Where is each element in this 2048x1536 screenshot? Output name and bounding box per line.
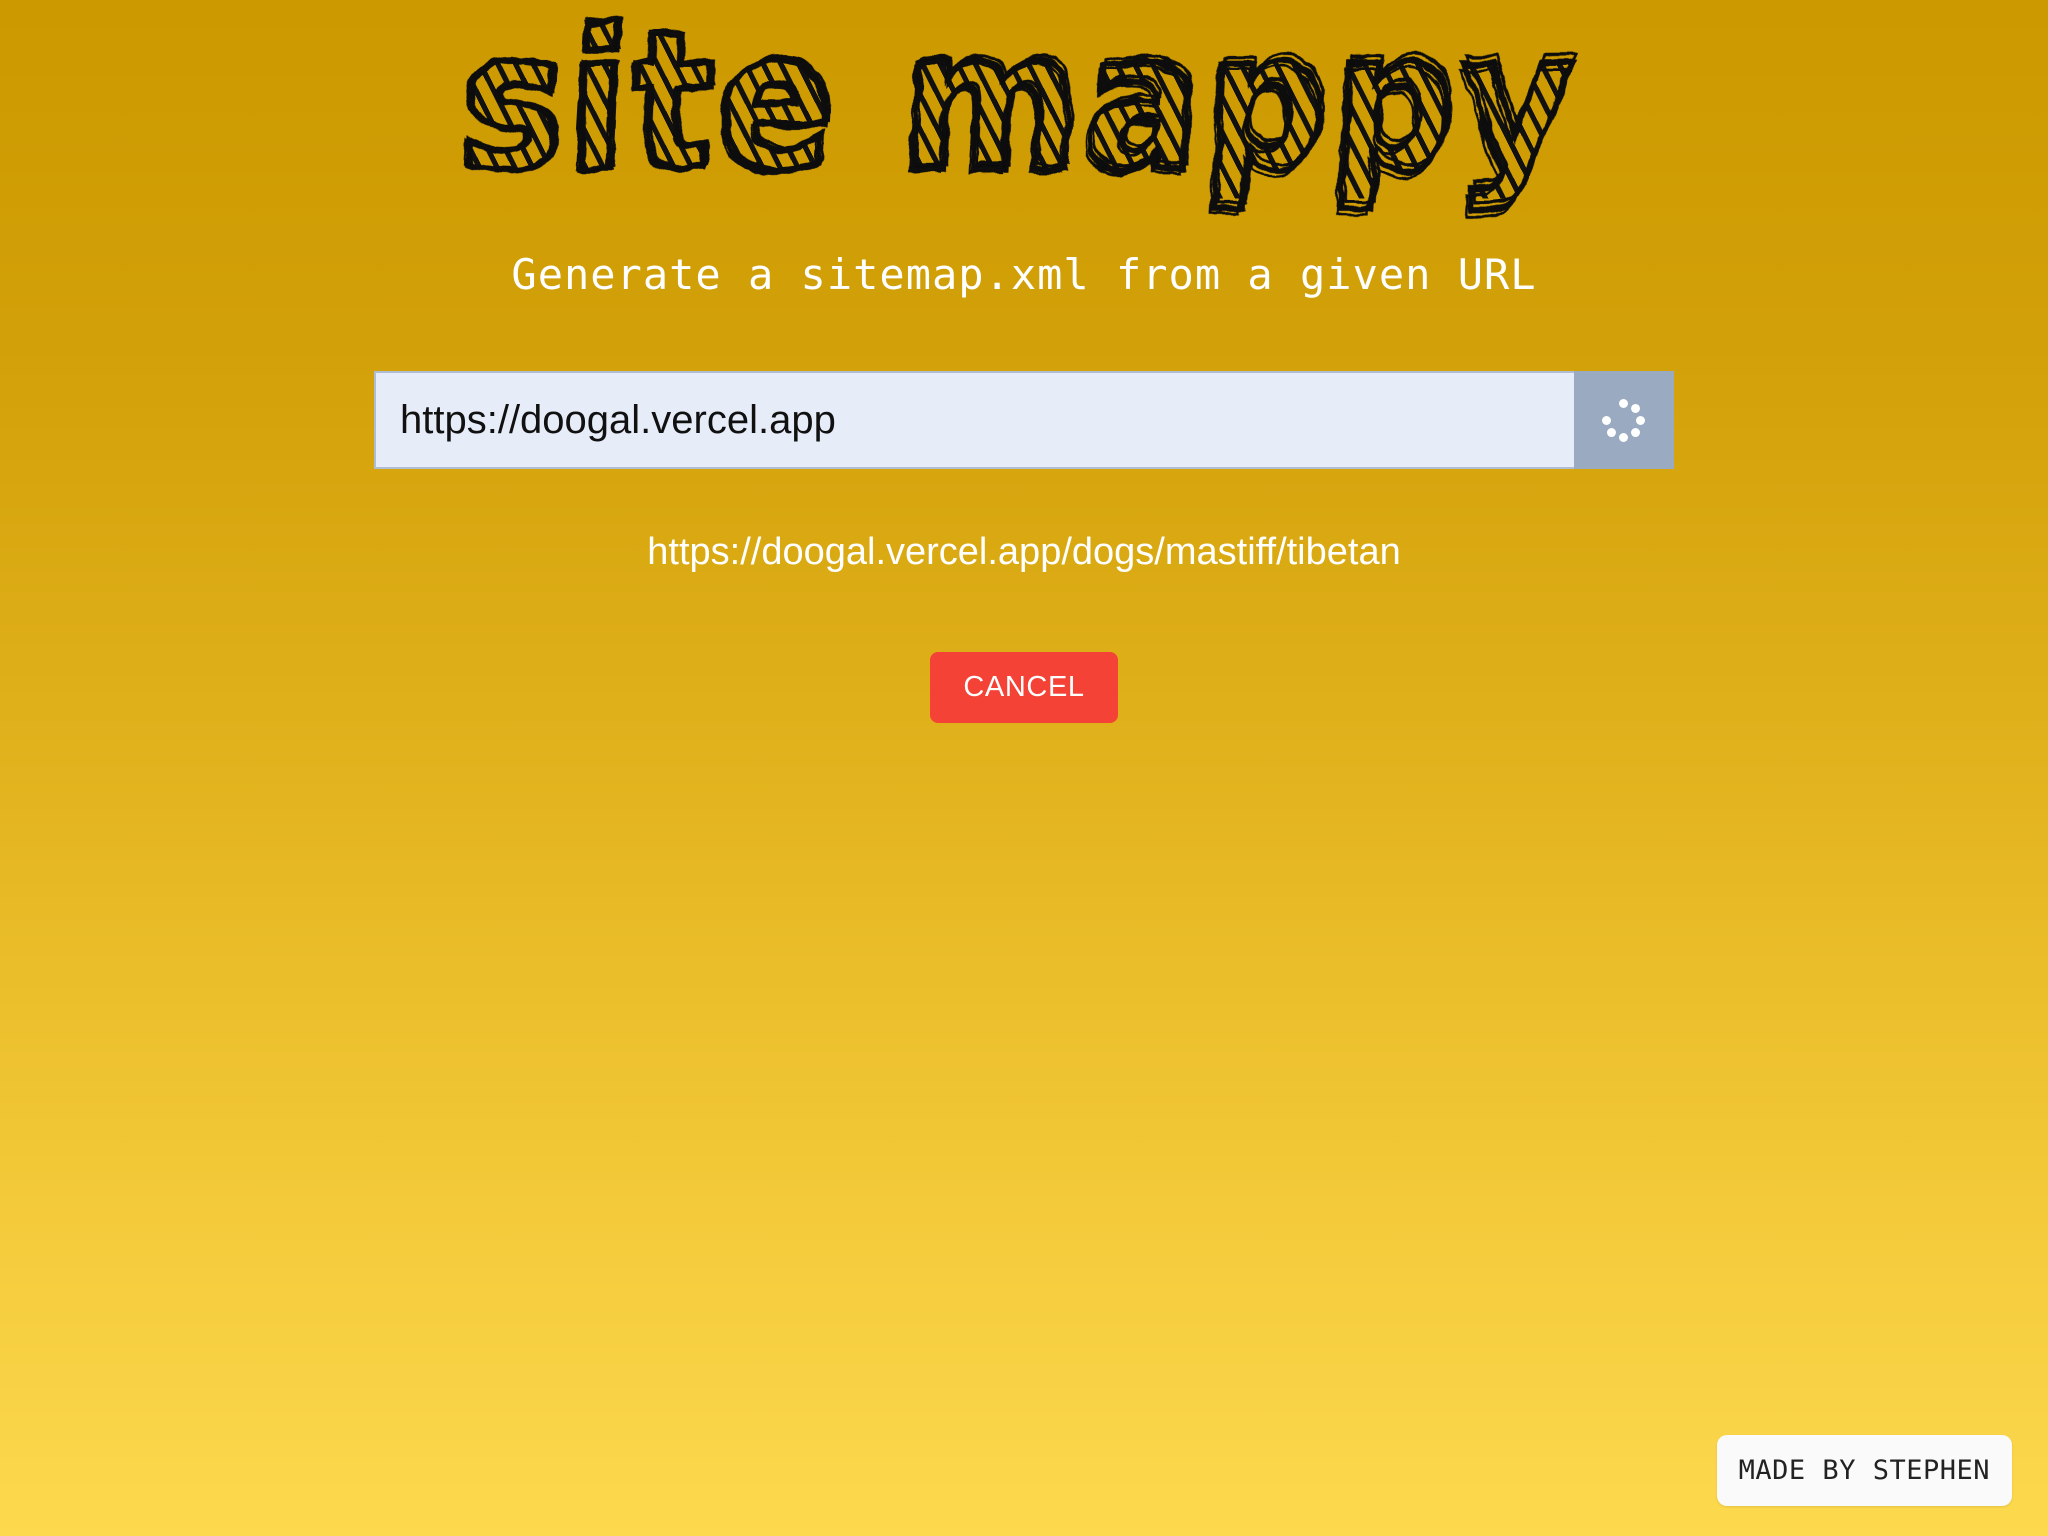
made-by-badge: MADE BY STEPHEN [1716, 1435, 2012, 1506]
url-input[interactable] [374, 371, 1574, 469]
app-root: site mappy site mappy site mappy site ma… [0, 0, 2048, 1536]
app-title: site mappy site mappy site mappy site ma… [451, 0, 1586, 223]
app-subtitle: Generate a sitemap.xml from a given URL [511, 250, 1537, 299]
app-title-outline-3: site mappy [451, 0, 1580, 223]
loading-spinner-icon [1600, 397, 1646, 443]
cancel-button[interactable]: Cancel [930, 652, 1118, 723]
current-crawl-url: https://doogal.vercel.app/dogs/mastiff/t… [647, 531, 1401, 573]
app-title-wrapper: site mappy site mappy site mappy site ma… [0, 0, 2048, 223]
url-search-row [374, 371, 1674, 469]
submit-button[interactable] [1574, 371, 1674, 469]
